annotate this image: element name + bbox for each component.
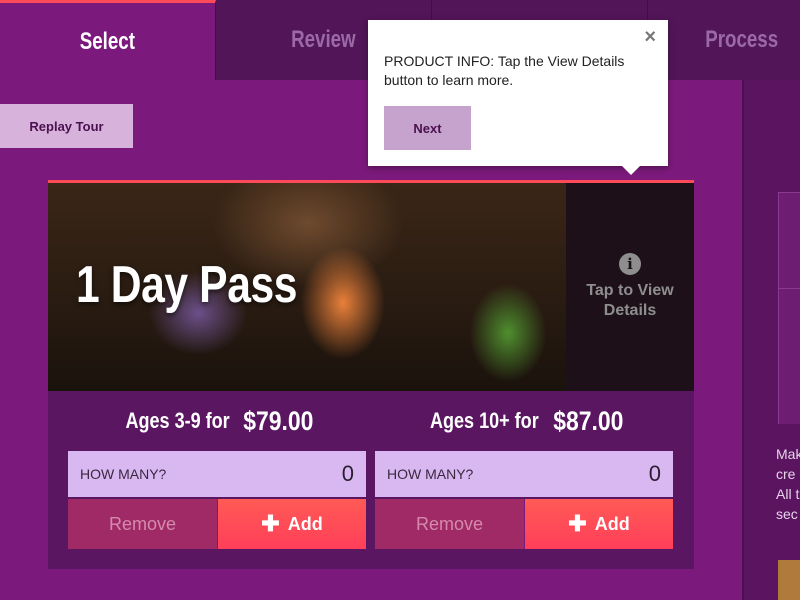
quantity-label: HOW MANY?	[80, 466, 167, 482]
product-title: 1 Day Pass	[76, 256, 298, 314]
quantity-buttons: Remove ✚ Add	[375, 499, 673, 549]
remove-label: Remove	[108, 513, 177, 534]
quantity-field[interactable]: HOW MANY? 0	[68, 451, 366, 497]
add-button[interactable]: ✚ Add	[217, 499, 366, 549]
quantity-field[interactable]: HOW MANY? 0	[375, 451, 673, 497]
price: $87.00	[553, 405, 624, 436]
price: $79.00	[243, 405, 314, 436]
ticket-tier-adult: Ages 10+ for $87.00 HOW MANY? 0 Remove ✚…	[375, 391, 673, 549]
summary-button-partial[interactable]	[778, 560, 800, 600]
summary-text: Mak cre All t sec	[776, 444, 800, 524]
plus-icon: ✚	[568, 511, 587, 536]
replay-tour-button[interactable]: Replay Tour	[0, 104, 133, 148]
quantity-value: 0	[341, 461, 354, 486]
replay-tour-label: Replay Tour	[29, 118, 104, 134]
info-icon: i	[619, 253, 641, 275]
tab-select[interactable]: Select	[0, 0, 216, 80]
tab-select-label: Select	[79, 27, 136, 55]
remove-label: Remove	[415, 513, 484, 534]
age-label: Ages 10+ for	[430, 408, 540, 433]
view-details-button[interactable]: i Tap to View Details	[566, 183, 694, 391]
age-label: Ages 3-9 for	[125, 408, 230, 433]
tab-process-label: Process	[704, 26, 778, 53]
tab-process[interactable]: Process	[648, 0, 800, 80]
summary-box	[778, 288, 800, 424]
summary-text-line: sec	[776, 506, 798, 522]
order-summary-panel: Mak cre All t sec	[742, 80, 800, 600]
price-line: Ages 10+ for $87.00	[375, 391, 673, 451]
tab-review-label: Review	[291, 26, 356, 53]
price-line: Ages 3-9 for $79.00	[68, 391, 366, 451]
tooltip-message: PRODUCT INFO: Tap the View Details butto…	[384, 53, 625, 88]
quantity-buttons: Remove ✚ Add	[68, 499, 366, 549]
view-details-label: Tap to View Details	[586, 282, 674, 319]
tour-tooltip: × PRODUCT INFO: Tap the View Details but…	[368, 20, 668, 175]
add-label: Add	[594, 513, 630, 534]
summary-box	[778, 192, 800, 288]
next-label: Next	[413, 120, 442, 136]
add-label: Add	[287, 513, 323, 534]
summary-text-line: cre	[776, 466, 796, 482]
quantity-value: 0	[648, 461, 661, 486]
summary-text-line: All t	[776, 486, 800, 502]
plus-icon: ✚	[261, 511, 280, 536]
add-button[interactable]: ✚ Add	[524, 499, 673, 549]
product-card: 1 Day Pass i Tap to View Details Ages 3-…	[48, 180, 694, 569]
product-hero-image: 1 Day Pass	[48, 183, 566, 391]
summary-text-line: Mak	[776, 446, 800, 462]
remove-button[interactable]: Remove	[68, 499, 217, 549]
next-button[interactable]: Next	[384, 106, 471, 150]
close-icon[interactable]: ×	[644, 26, 656, 49]
quantity-label: HOW MANY?	[387, 466, 474, 482]
remove-button[interactable]: Remove	[375, 499, 524, 549]
ticket-tier-child: Ages 3-9 for $79.00 HOW MANY? 0 Remove ✚…	[68, 391, 366, 549]
